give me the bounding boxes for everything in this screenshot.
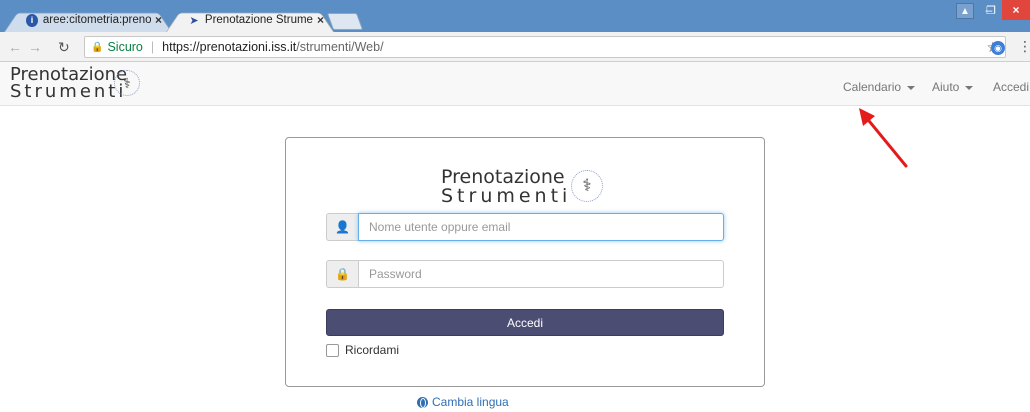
- nav-help-dropdown[interactable]: Aiuto: [932, 80, 974, 94]
- tab-aree-citometria[interactable]: i aree:citometria:prenotazi ×: [4, 8, 172, 32]
- user-icon: 👤: [326, 213, 358, 241]
- tab-close-icon[interactable]: ×: [155, 13, 162, 27]
- nav-calendar-dropdown[interactable]: Calendario: [843, 80, 916, 94]
- browser-menu-icon[interactable]: ⋮: [1018, 38, 1030, 55]
- new-tab-button[interactable]: [326, 13, 364, 30]
- user-profile-icon[interactable]: ▲: [956, 3, 974, 19]
- lock-icon: 🔒: [326, 260, 358, 288]
- iss-seal-icon: ⚕: [571, 170, 603, 202]
- site-logo[interactable]: Prenotazione Strumenti: [10, 66, 127, 102]
- divider: |: [150, 40, 155, 54]
- url-path: /strumenti/Web/: [296, 40, 384, 54]
- annotation-arrow: [859, 108, 908, 168]
- url-host: https://prenotazioni.iss.it: [162, 40, 297, 54]
- iss-seal-icon: ⚕: [114, 70, 140, 96]
- remember-me[interactable]: Ricordami: [326, 343, 399, 357]
- username-group: 👤: [326, 213, 724, 241]
- nav-calendar-label: Calendario: [843, 80, 902, 94]
- remember-checkbox[interactable]: [326, 343, 339, 357]
- panel-logo: Prenotazione Strumenti: [441, 168, 571, 206]
- tab-title: Prenotazione Strumenti -: [204, 14, 313, 26]
- tab-title: aree:citometria:prenotazi: [42, 14, 151, 26]
- address-bar[interactable]: 🔒 Sicuro | https://prenotazioni.iss.it/s…: [84, 36, 1006, 58]
- caret-down-icon: [965, 85, 974, 90]
- secure-label: Sicuro: [107, 40, 143, 54]
- browser-tab-strip: i aree:citometria:prenotazi × ➤ Prenotaz…: [0, 0, 1030, 32]
- secure-lock-icon: 🔒: [91, 41, 104, 53]
- username-input[interactable]: [358, 213, 724, 241]
- change-language-label: Cambia lingua: [432, 395, 509, 409]
- extension-icon[interactable]: ◉: [991, 41, 1005, 55]
- restore-icon[interactable]: ❐: [984, 0, 998, 20]
- panel-brand-line2: Strumenti: [441, 185, 572, 207]
- bird-favicon-icon: ➤: [189, 14, 199, 27]
- nav-help-label: Aiuto: [932, 80, 960, 94]
- login-panel: Prenotazione Strumenti ⚕ 👤 🔒 Accedi Rico…: [285, 137, 765, 387]
- back-icon[interactable]: ←: [8, 39, 22, 55]
- window-close-icon[interactable]: ×: [1002, 0, 1030, 20]
- login-submit-button[interactable]: Accedi: [326, 309, 724, 336]
- reload-icon[interactable]: ↻: [58, 39, 70, 56]
- globe-icon: [417, 396, 428, 408]
- brand-line2: Strumenti: [10, 81, 127, 102]
- remember-label: Ricordami: [345, 343, 400, 357]
- password-group: 🔒: [326, 260, 724, 288]
- change-language-link[interactable]: Cambia lingua: [417, 395, 509, 409]
- browser-toolbar: ← → ↻ 🔒 Sicuro | https://prenotazioni.is…: [0, 32, 1030, 62]
- caret-down-icon: [907, 85, 916, 90]
- password-input[interactable]: [358, 260, 724, 288]
- tab-prenotazione-strumenti[interactable]: ➤ Prenotazione Strumenti - ×: [166, 8, 334, 32]
- nav-login-link[interactable]: Accedi: [993, 80, 1029, 94]
- tab-close-icon[interactable]: ×: [317, 13, 324, 27]
- info-favicon-icon: i: [26, 13, 38, 27]
- forward-icon[interactable]: →: [28, 39, 42, 55]
- site-navbar: Prenotazione Strumenti ⚕ Calendario Aiut…: [0, 62, 1030, 106]
